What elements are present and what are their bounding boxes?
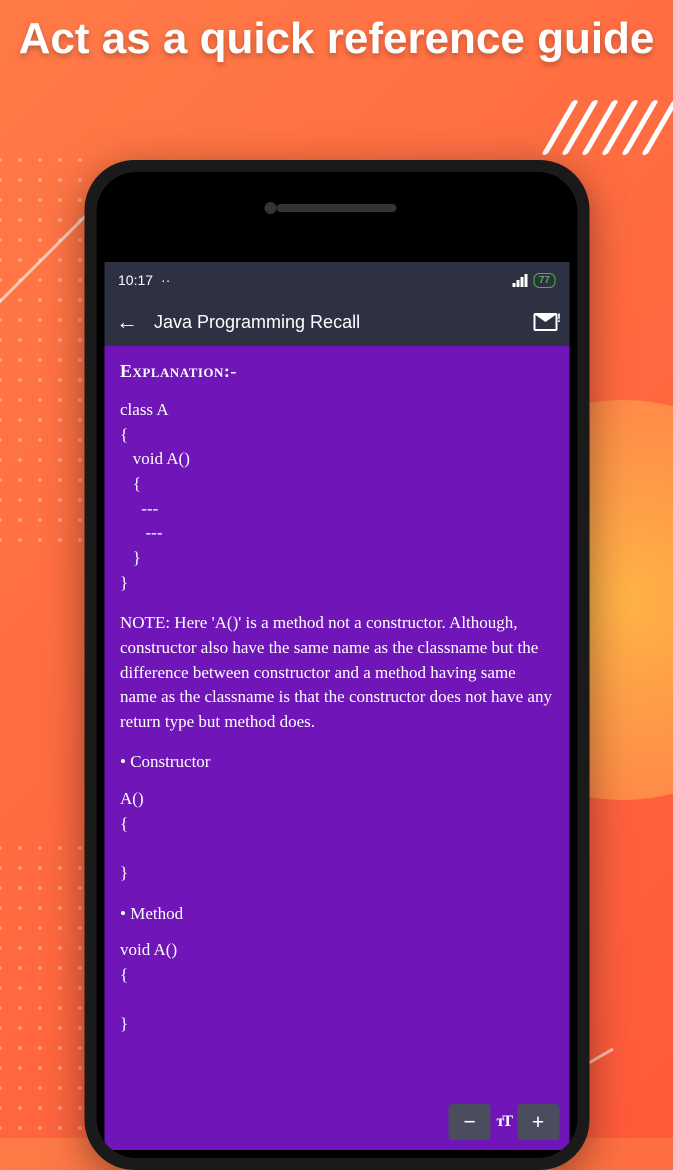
phone-frame: 10:17 ·· 77 ← Java Programming Recall ! — [84, 160, 589, 1170]
note-text: NOTE: Here 'A()' is a method not a const… — [120, 611, 553, 734]
phone-earpiece — [277, 204, 397, 212]
phone-inner: 10:17 ·· 77 ← Java Programming Recall ! — [96, 172, 577, 1158]
mail-icon[interactable]: ! — [533, 313, 557, 331]
code-block-method: void A() { } — [120, 938, 553, 1037]
bg-dots-left — [0, 150, 90, 550]
status-bar: 10:17 ·· 77 — [104, 262, 569, 298]
battery-indicator: 77 — [534, 273, 555, 288]
explanation-header: Explanation:- — [120, 358, 553, 384]
screen: 10:17 ·· 77 ← Java Programming Recall ! — [104, 262, 569, 1150]
content-area[interactable]: Explanation:- class A { void A() { --- -… — [104, 346, 569, 1150]
status-dots: ·· — [161, 272, 170, 288]
app-bar: ← Java Programming Recall ! — [104, 298, 569, 346]
app-title: Java Programming Recall — [154, 312, 517, 333]
font-decrease-button[interactable]: − — [448, 1104, 490, 1140]
bg-slashes — [557, 100, 663, 155]
signal-icon — [513, 274, 528, 287]
phone-camera — [264, 202, 276, 214]
promo-title: Act as a quick reference guide — [0, 14, 673, 65]
font-increase-button[interactable]: + — [517, 1104, 559, 1140]
code-block-constructor: A() { } — [120, 787, 553, 886]
font-size-label: тT — [496, 1110, 511, 1133]
code-block-class: class A { void A() { --- --- } } — [120, 398, 553, 595]
back-arrow-icon[interactable]: ← — [116, 309, 138, 335]
constructor-label: • Constructor — [120, 750, 553, 775]
font-controls: − тT + — [448, 1104, 559, 1140]
status-time: 10:17 — [118, 272, 153, 288]
method-label: • Method — [120, 902, 553, 927]
